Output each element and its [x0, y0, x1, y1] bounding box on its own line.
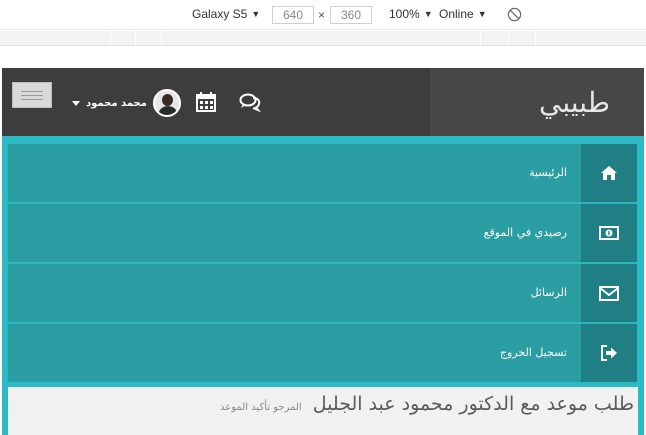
times-separator: ×: [318, 8, 326, 22]
zoom-select[interactable]: 100% ▼: [389, 7, 433, 21]
page-title-text: طلب موعد مع الدكتور محمود عبد الجليل: [312, 393, 634, 415]
page-subtitle: المرجو تأكيد الموعد: [220, 402, 302, 413]
user-name: محمد محمود: [86, 97, 147, 109]
sidebar-item-label: رصيدي في الموقع: [483, 226, 567, 239]
chevron-down-icon: ▼: [423, 9, 433, 19]
sidebar-item-label: الرئيسية: [529, 166, 567, 179]
money-icon: [599, 226, 619, 240]
network-label: Online: [439, 7, 474, 21]
home-icon: [601, 166, 617, 180]
chevron-down-icon: ▼: [477, 9, 487, 19]
user-dropdown[interactable]: محمد محمود: [72, 89, 181, 117]
chevron-down-icon: ▼: [251, 9, 261, 19]
network-select[interactable]: Online ▼: [439, 7, 487, 21]
media-query-ruler: [0, 31, 646, 46]
menu-toggle-button[interactable]: [12, 82, 52, 108]
top-navbar: محمد محمود طبيبي: [2, 68, 644, 136]
device-label: Galaxy S5: [192, 7, 248, 21]
sidebar-item-messages[interactable]: الرسائل: [8, 263, 637, 322]
width-input[interactable]: 640: [272, 6, 314, 24]
sign-out-icon: [601, 345, 617, 361]
comments-icon[interactable]: [239, 91, 261, 113]
device-toolbar: Galaxy S5 ▼ 640 × 360 100% ▼ Online ▼: [0, 0, 646, 30]
sidebar-item-logout[interactable]: تسجيل الخروج: [8, 323, 637, 382]
sidebar-menu: الرئيسية رصيدي في الموقع الرسائل تسجيل ا…: [8, 143, 637, 383]
height-input[interactable]: 360: [330, 6, 372, 24]
sidebar-item-label: تسجيل الخروج: [499, 346, 567, 359]
sidebar-item-label: الرسائل: [530, 286, 567, 299]
brand-name: طبيبي: [539, 85, 610, 119]
rotate-icon[interactable]: [507, 7, 522, 22]
calendar-icon[interactable]: [195, 91, 217, 113]
caret-down-icon: [72, 100, 80, 106]
brand-logo[interactable]: طبيبي: [430, 68, 644, 136]
appointment-panel: طلب موعد مع الدكتور محمود عبد الجليل الم…: [8, 387, 638, 435]
device-viewport: محمد محمود طبيبي الرئيسية رصيدي في الموق…: [2, 68, 644, 435]
sidebar-item-balance[interactable]: رصيدي في الموقع: [8, 203, 637, 262]
envelope-icon: [599, 285, 619, 301]
page-title: طلب موعد مع الدكتور محمود عبد الجليل الم…: [220, 393, 634, 415]
zoom-label: 100%: [389, 7, 420, 21]
sidebar-item-home[interactable]: الرئيسية: [8, 143, 637, 202]
device-select[interactable]: Galaxy S5 ▼: [192, 7, 260, 21]
avatar: [152, 89, 181, 117]
